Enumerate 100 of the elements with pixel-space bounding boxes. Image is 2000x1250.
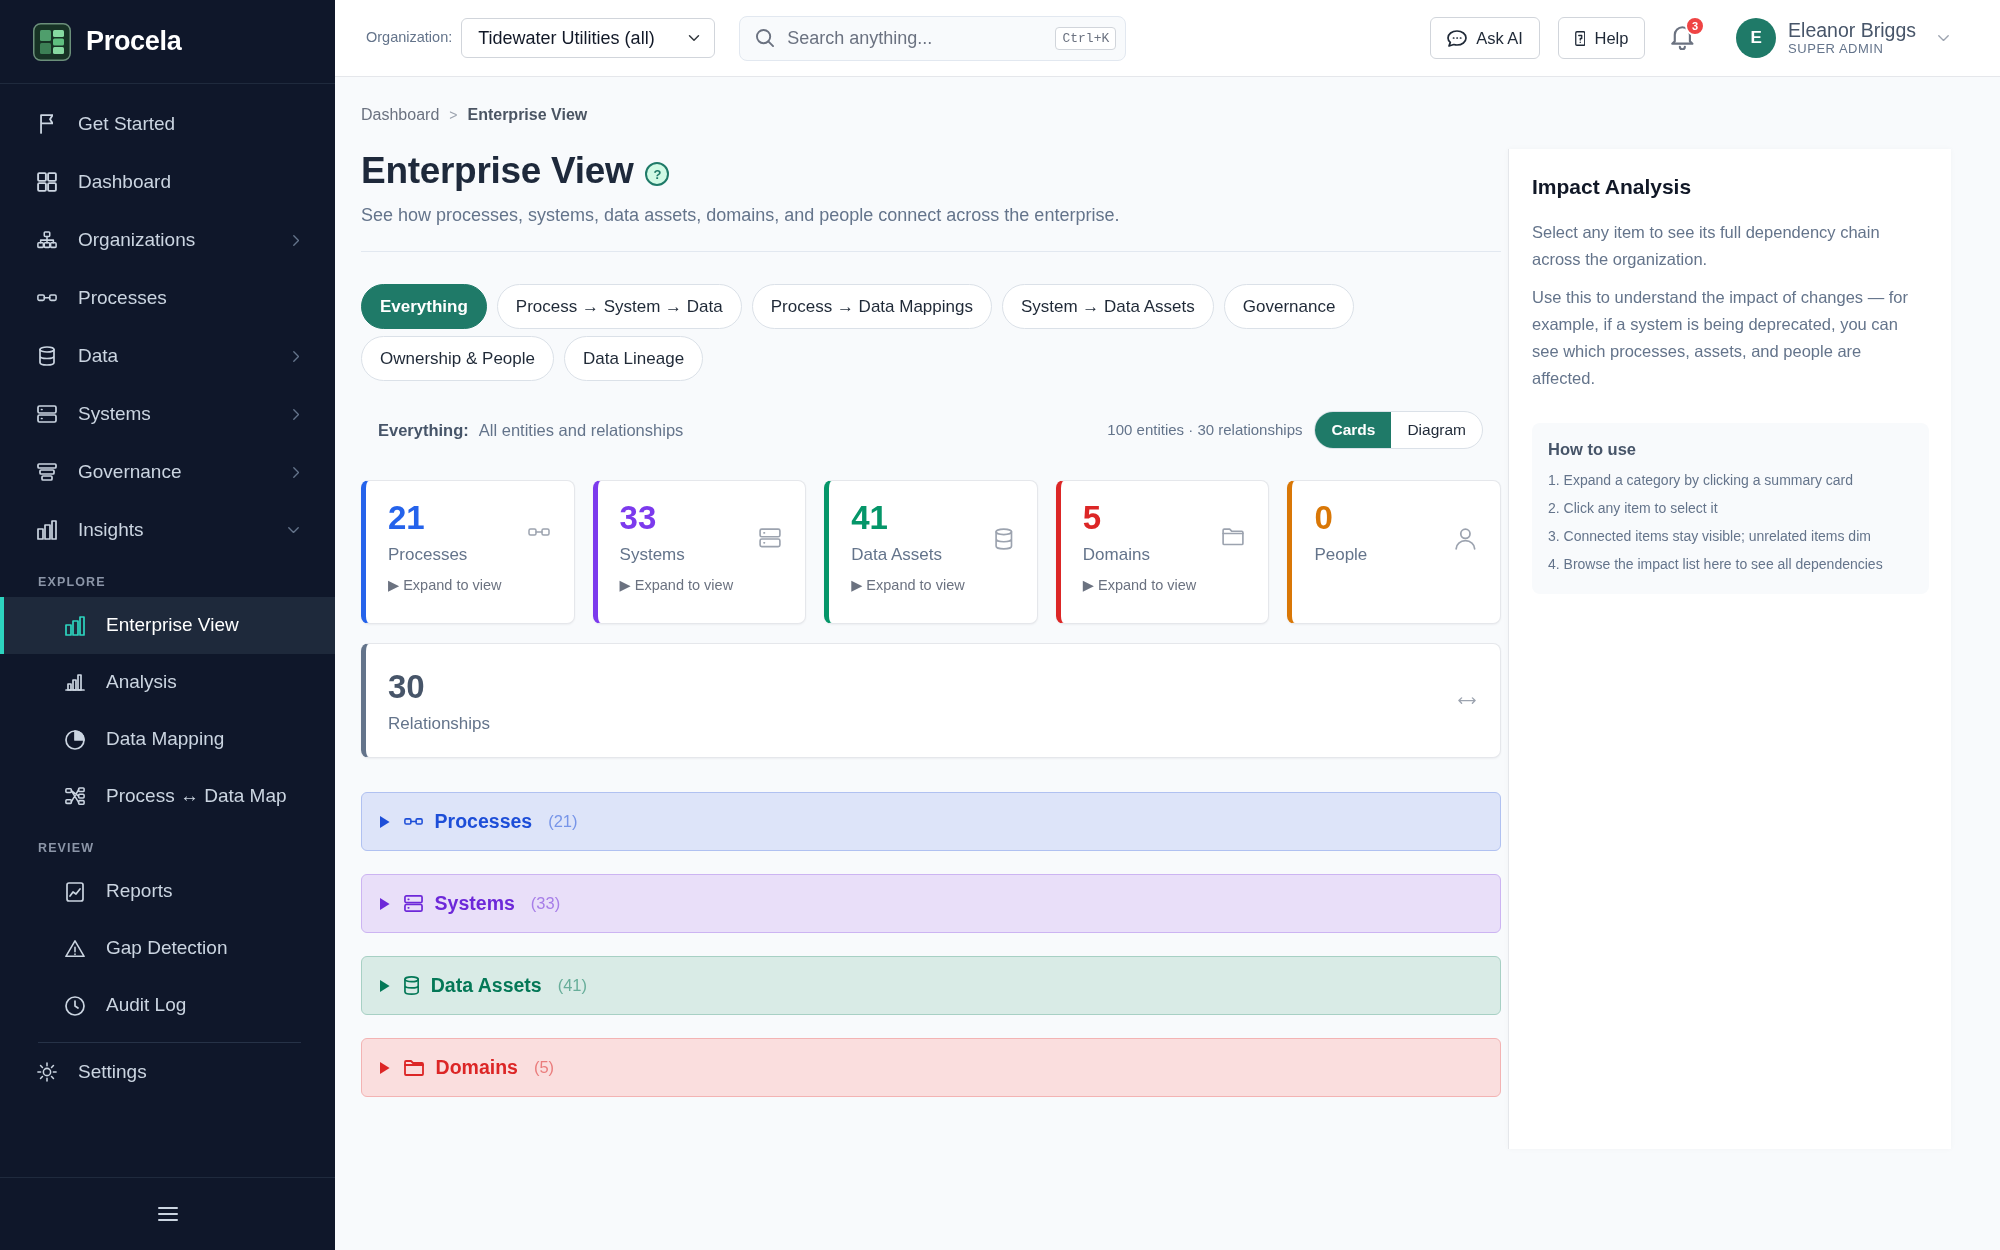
brand-name: Procela [86,25,182,59]
card-label: Systems [619,544,686,566]
filter-chip[interactable]: System → Data Assets [1001,284,1214,329]
panel-title: Impact Analysis [1532,174,1693,200]
section-heading: REVIEW [37,840,96,857]
filter-chip[interactable]: Governance [1223,284,1355,329]
nav-subitem[interactable]: Analysis [0,654,335,711]
nav-item[interactable]: Systems [0,385,335,443]
nav-item[interactable]: Settings [0,1043,335,1101]
nav-item[interactable]: Insights [0,501,335,559]
category-title: Processes [434,808,533,834]
nav-subitem[interactable]: Process ↔ Data Map [0,768,335,825]
folder-icon [403,1059,424,1076]
toolbar-button[interactable]: Ask AI [1430,17,1540,59]
nav-subitem[interactable]: Data Mapping [0,711,335,768]
page-subtitle: See how processes, systems, data assets, domains, and people connect across the enterprise. [361,204,1121,227]
nav-subitem[interactable]: Enterprise View [0,597,335,654]
database-icon [995,528,1013,550]
field-label: Organization: [366,28,453,48]
bar-chart-icon [64,674,85,691]
double-arrow-icon [1458,696,1476,705]
nav-item[interactable]: Governance [0,443,335,501]
view-toggle[interactable]: Diagram [1391,412,1482,448]
help-icon [1574,30,1586,46]
category-title: Data Assets [430,972,542,998]
instruction-step: 1. Expand a category by clicking a summary card [1548,465,1915,494]
nav-subitem[interactable]: Audit Log [0,977,335,1034]
category-bar[interactable]: Systems (33) [361,874,1501,933]
clock-icon [64,995,85,1016]
panel-paragraph: Use this to understand the impact of changes — for example, if a system is being deprecated, you can see which processes, assets, and people are affected. [1532,287,1910,389]
shortcut-hint: Ctrl+K [1055,26,1117,50]
count-value: 5 [1082,498,1103,538]
nav-item[interactable]: Get Started [0,95,335,153]
user-name: Eleanor Briggs [1788,19,1916,41]
page-title: Enterprise View [361,149,634,193]
count-value: 21 [388,498,426,538]
count-value: 41 [851,498,889,538]
summary-card[interactable]: 41 Data Assets ▶ Expand to view [824,480,1038,624]
count-value: 30 [388,666,426,707]
flag-icon [39,114,54,134]
filter-chip[interactable]: Everything [361,284,487,329]
category-bar[interactable]: Data Assets (41) [361,956,1501,1015]
server-icon [403,894,423,913]
nav-item[interactable]: Organizations [0,211,335,269]
settings-icon [36,1062,57,1082]
summary-card[interactable]: 5 Domains ▶ Expand to view [1055,480,1270,624]
linked-boxes-icon [36,294,57,302]
filter-chip[interactable]: Data Lineage [564,336,704,381]
view-toggle[interactable]: Cards [1315,412,1392,448]
section-heading: EXPLORE [37,574,107,591]
counts-text: 100 entities · 30 relationships [1107,419,1303,440]
summary-card[interactable]: 33 Systems ▶ Expand to view [592,480,807,624]
toolbar-button[interactable]: Help [1557,17,1646,59]
nav-subitem[interactable]: Reports [0,863,335,920]
nav-item[interactable]: Dashboard [0,153,335,211]
instruction-step: 3. Connected items stay visible; unrelated items dim [1548,521,1915,550]
count-value: 0 [1314,498,1334,538]
hierarchy-icon [36,231,57,249]
card-label: Processes [388,544,469,566]
notification-count: 3 [1685,16,1706,36]
help-icon[interactable]: ? [645,162,670,186]
filter-chip[interactable]: Process → System → Data [496,284,742,329]
user-avatar[interactable]: E [1736,18,1777,58]
breadcrumb-current: Enterprise View [467,105,588,125]
summary-card[interactable]: 21 Processes ▶ Expand to view [361,480,575,624]
menu-button[interactable] [157,1207,178,1221]
nav-subitem[interactable]: Gap Detection [0,920,335,977]
expand-link[interactable]: ▶ Expand to view [851,576,965,594]
summary-label: Everything: [378,419,469,441]
expand-link[interactable]: ▶ Expand to view [619,576,734,594]
card-label: Data Assets [851,544,943,566]
card-label: Domains [1082,544,1151,566]
chat-icon [1447,29,1468,47]
filter-chip[interactable]: Ownership & People [361,336,554,381]
nav-item[interactable]: Data [0,327,335,385]
database-icon [403,976,419,995]
database-icon [38,346,55,366]
panel-paragraph: Select any item to see its full dependency chain across the organization. [1532,222,1881,270]
category-count: (33) [530,893,561,915]
grid-icon [36,172,57,192]
category-bar[interactable]: Domains (5) [361,1038,1501,1097]
summary-card[interactable]: 0 People [1287,480,1501,624]
search-icon [756,28,775,47]
category-title: Systems [434,890,515,916]
count-value: 33 [619,498,658,538]
expand-link[interactable]: ▶ Expand to view [1082,576,1197,594]
category-count: (41) [557,975,588,997]
category-title: Domains [435,1054,518,1080]
category-count: (5) [533,1057,555,1079]
pie-chart-icon [64,729,85,750]
instruction-step: 4. Browse the impact list here to see all dependencies [1548,549,1915,578]
filter-chip[interactable]: Process → Data Mappings [751,284,992,329]
organization-select[interactable]: Tidewater Utilities (all) [461,18,716,58]
category-bar[interactable]: Processes (21) [361,792,1501,851]
server-icon [759,528,782,548]
expand-link[interactable]: ▶ Expand to view [388,576,502,594]
card-label: Relationships [388,712,491,735]
summary-card[interactable]: 30 Relationships [361,643,1501,758]
breadcrumb-link[interactable]: Dashboard [361,103,440,127]
nav-item[interactable]: Processes [0,269,335,327]
